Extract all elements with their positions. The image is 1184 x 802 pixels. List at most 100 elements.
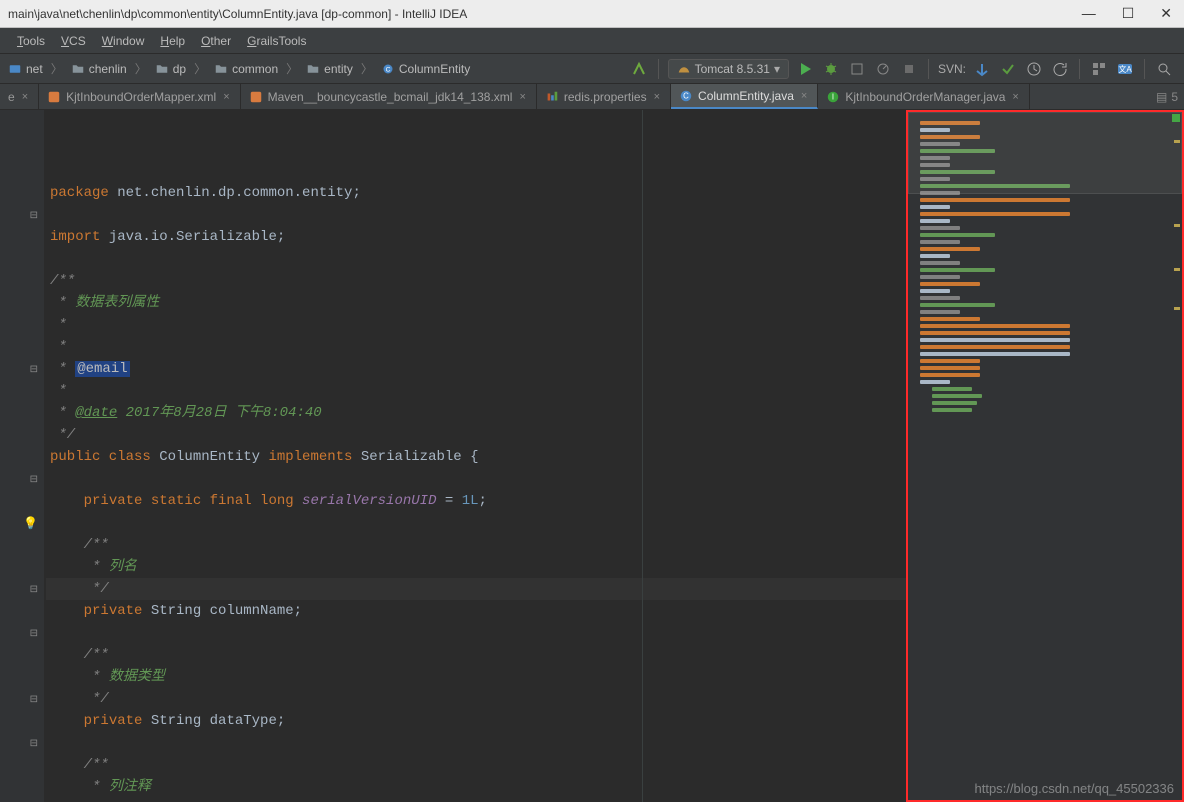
class-icon: C	[679, 89, 693, 103]
breadcrumb-net[interactable]: net	[4, 60, 47, 78]
gutter-row[interactable]	[0, 380, 44, 402]
build-button[interactable]	[629, 59, 649, 79]
menu-window[interactable]: Window	[95, 32, 152, 50]
tab-maven-xml[interactable]: Maven__bouncycastle_bcmail_jdk14_138.xml…	[241, 84, 537, 109]
svn-commit-button[interactable]	[998, 59, 1018, 79]
menu-tools[interactable]: Tools	[10, 32, 52, 50]
minimap-viewport[interactable]	[908, 112, 1182, 194]
fold-open-icon[interactable]: ⊟	[30, 474, 38, 485]
breadcrumb-entity[interactable]: entity	[302, 60, 357, 78]
menu-other[interactable]: Other	[194, 32, 238, 50]
close-icon[interactable]: ×	[799, 90, 809, 102]
tab-label: KjtInboundOrderManager.java	[845, 90, 1005, 104]
gutter-row[interactable]	[0, 490, 44, 512]
gutter-row[interactable]	[0, 424, 44, 446]
gutter-row[interactable]	[0, 160, 44, 182]
tab-redis-props[interactable]: redis.properties ×	[537, 84, 671, 109]
gutter-row[interactable]	[0, 446, 44, 468]
gutter-row[interactable]: ⊟	[0, 688, 44, 710]
close-icon[interactable]: ×	[517, 91, 527, 103]
tab-overflow-count: 5	[1171, 90, 1178, 104]
menu-help[interactable]: Help	[153, 32, 192, 50]
breadcrumb-sep: 〉	[49, 60, 65, 77]
editor-tabs: e× KjtInboundOrderMapper.xml × Maven__bo…	[0, 84, 1184, 110]
gutter[interactable]: ⊟ ⊟ ⊟ 💡 ⊟ ⊟ ⊟ ⊟	[0, 110, 44, 802]
gutter-row[interactable]	[0, 138, 44, 160]
gutter-row[interactable]	[0, 270, 44, 292]
tab-overflow[interactable]: ▤ 5	[1150, 84, 1184, 109]
translate-button[interactable]: 文A	[1115, 59, 1135, 79]
breadcrumb-dp[interactable]: dp	[151, 60, 190, 78]
tab-columnentity[interactable]: C ColumnEntity.java ×	[671, 84, 818, 109]
error-stripe[interactable]	[1172, 112, 1180, 800]
gutter-row[interactable]: ⊟	[0, 468, 44, 490]
svn-update-button[interactable]	[972, 59, 992, 79]
tab-scroll-left[interactable]: e×	[0, 84, 39, 109]
svg-text:C: C	[683, 91, 689, 100]
breadcrumb-class[interactable]: C ColumnEntity	[377, 60, 474, 78]
project-structure-button[interactable]	[1089, 59, 1109, 79]
fold-close-icon[interactable]: ⊟	[30, 364, 38, 375]
gutter-row[interactable]	[0, 534, 44, 556]
watermark: https://blog.csdn.net/qq_45502336	[975, 781, 1175, 796]
minimize-button[interactable]: —	[1078, 3, 1100, 24]
gutter-row[interactable]: ⊟	[0, 204, 44, 226]
profile-button[interactable]	[873, 59, 893, 79]
gutter-row[interactable]: ⊟	[0, 578, 44, 600]
close-icon[interactable]: ×	[1010, 91, 1020, 103]
fold-close-icon[interactable]: ⊟	[30, 628, 38, 639]
close-icon[interactable]: ×	[652, 91, 662, 103]
breadcrumb-sep: 〉	[284, 60, 300, 77]
close-icon[interactable]: ×	[20, 91, 30, 103]
stop-button[interactable]	[899, 59, 919, 79]
tab-label: ColumnEntity.java	[698, 89, 794, 103]
folder-icon	[71, 63, 85, 75]
gutter-row[interactable]	[0, 556, 44, 578]
fold-open-icon[interactable]: ⊟	[30, 210, 38, 221]
gutter-row[interactable]	[0, 226, 44, 248]
search-everywhere-button[interactable]	[1154, 59, 1174, 79]
breadcrumb-chenlin[interactable]: chenlin	[67, 60, 131, 78]
tomcat-icon	[677, 62, 691, 76]
gutter-row[interactable]	[0, 666, 44, 688]
intention-bulb-icon[interactable]: 💡	[23, 516, 38, 530]
close-icon[interactable]: ×	[221, 91, 231, 103]
run-config-selector[interactable]: Tomcat 8.5.31 ▾	[668, 59, 789, 79]
gutter-row[interactable]	[0, 402, 44, 424]
xml-icon	[249, 90, 263, 104]
svn-history-button[interactable]	[1024, 59, 1044, 79]
gutter-row[interactable]	[0, 710, 44, 732]
gutter-row[interactable]	[0, 182, 44, 204]
menu-grailstools[interactable]: GrailsTools	[240, 32, 313, 50]
gutter-row[interactable]: 💡	[0, 512, 44, 534]
maximize-button[interactable]: ☐	[1118, 3, 1139, 24]
gutter-row[interactable]	[0, 336, 44, 358]
tab-manager-java[interactable]: I KjtInboundOrderManager.java ×	[818, 84, 1030, 109]
run-config-label: Tomcat 8.5.31	[695, 62, 770, 76]
properties-icon	[545, 90, 559, 104]
gutter-row[interactable]	[0, 754, 44, 776]
breadcrumb-common[interactable]: common	[210, 60, 282, 78]
gutter-row[interactable]	[0, 248, 44, 270]
gutter-row[interactable]: ⊟	[0, 622, 44, 644]
debug-button[interactable]	[821, 59, 841, 79]
fold-close-icon[interactable]: ⊟	[30, 738, 38, 749]
svn-revert-button[interactable]	[1050, 59, 1070, 79]
gutter-row[interactable]	[0, 644, 44, 666]
gutter-row[interactable]	[0, 292, 44, 314]
gutter-row[interactable]	[0, 600, 44, 622]
close-window-button[interactable]: ✕	[1156, 3, 1176, 24]
folder-icon	[306, 63, 320, 75]
gutter-row[interactable]: ⊟	[0, 732, 44, 754]
gutter-row[interactable]	[0, 314, 44, 336]
gutter-row[interactable]: ⊟	[0, 358, 44, 380]
folder-icon	[214, 63, 228, 75]
fold-open-icon[interactable]: ⊟	[30, 584, 38, 595]
menu-vcs[interactable]: VCS	[54, 32, 93, 50]
coverage-button[interactable]	[847, 59, 867, 79]
fold-open-icon[interactable]: ⊟	[30, 694, 38, 705]
gutter-row[interactable]	[0, 116, 44, 138]
minimap[interactable]	[906, 110, 1184, 802]
tab-mapper-xml[interactable]: KjtInboundOrderMapper.xml ×	[39, 84, 241, 109]
run-button[interactable]	[795, 59, 815, 79]
